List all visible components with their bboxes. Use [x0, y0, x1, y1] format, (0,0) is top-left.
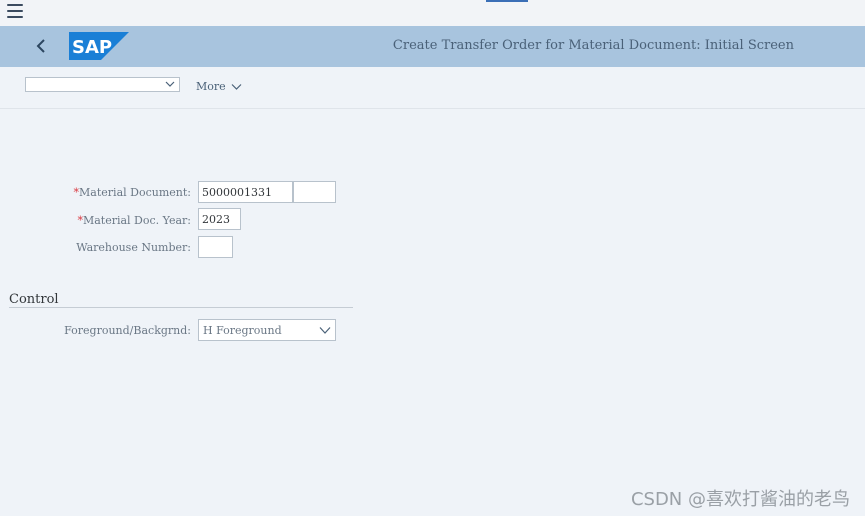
foreground-background-select[interactable]: H Foreground — [198, 319, 336, 341]
material-document-item-input[interactable] — [293, 181, 336, 203]
toolbar: More — [0, 67, 865, 109]
watermark: CSDN @喜欢打酱油的老鸟 — [630, 489, 850, 510]
chevron-down-icon — [319, 327, 331, 334]
top-bar — [0, 0, 865, 26]
chevron-left-icon — [36, 39, 45, 53]
control-section-title: Control — [9, 292, 59, 307]
shell-bar: SAP Create Transfer Order for Material D… — [0, 26, 865, 67]
foreground-background-label: Foreground/Backgrnd: — [64, 324, 191, 337]
material-doc-year-input[interactable]: 2023 — [198, 208, 241, 230]
sap-logo: SAP — [69, 32, 129, 60]
warehouse-number-input[interactable] — [198, 236, 233, 258]
material-document-input[interactable]: 5000001331 — [198, 181, 293, 203]
foreground-background-value: H Foreground — [203, 324, 282, 337]
warehouse-number-label: Warehouse Number: — [76, 241, 191, 254]
variant-dropdown[interactable] — [25, 77, 180, 92]
material-doc-year-label: *Material Doc. Year: — [77, 214, 191, 227]
back-button[interactable] — [33, 36, 51, 56]
section-divider — [9, 307, 353, 308]
tab-indicator — [486, 0, 528, 2]
page-title: Create Transfer Order for Material Docum… — [392, 38, 794, 53]
more-label: More — [196, 80, 226, 93]
logo-text: SAP — [72, 37, 112, 58]
more-button[interactable]: More — [196, 80, 242, 93]
chevron-down-icon — [231, 83, 242, 90]
chevron-down-icon — [165, 81, 175, 87]
material-document-label: *Material Document: — [73, 186, 191, 199]
hamburger-menu-icon[interactable] — [7, 4, 23, 18]
